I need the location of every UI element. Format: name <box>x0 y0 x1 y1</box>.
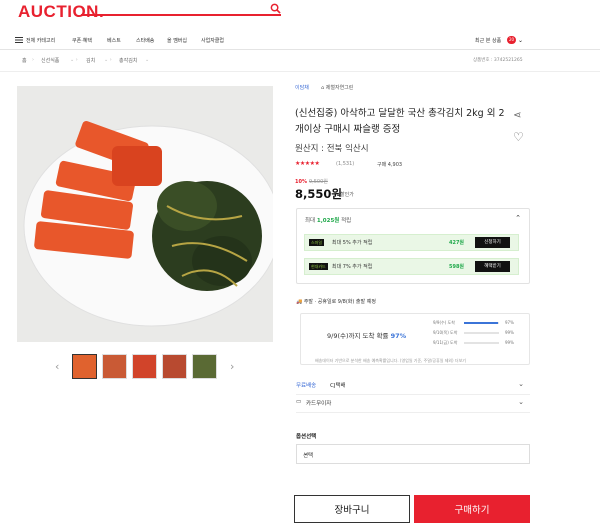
search-icon[interactable] <box>270 3 281 14</box>
nav-best[interactable]: 베스트 <box>107 37 121 44</box>
old-price: 9,500원 <box>308 179 328 185</box>
search-input[interactable] <box>81 14 281 16</box>
estimate-bar <box>464 342 499 344</box>
nav-all-categories[interactable]: 전체 카테고리 <box>26 37 55 44</box>
truck-icon: 🚚 <box>296 299 303 305</box>
breadcrumb-item[interactable]: 총각김치 <box>119 57 137 64</box>
nav-business-club[interactable]: 사업자클럽 <box>201 37 224 44</box>
chevron-left-icon[interactable]: ‹ <box>55 360 59 373</box>
breadcrumb-item[interactable]: 신선식품 <box>41 57 59 64</box>
benefit-row: 현대카드 최대 7% 추가 적립 598원 혜택받기 <box>304 258 519 275</box>
share-icon[interactable]: ⋖ <box>513 110 521 121</box>
estimate-row-label: 9/11(금) 도착 <box>433 340 458 345</box>
option-select[interactable]: 선택 ⌄ <box>296 444 530 464</box>
benefit-amount: 598원 <box>449 264 465 270</box>
chevron-right-icon[interactable]: › <box>230 360 234 373</box>
benefit-amount: 1,025원 <box>316 218 340 224</box>
option-title: 옵션선택 <box>296 434 317 440</box>
thumbnail[interactable] <box>72 354 97 379</box>
seller-link[interactable]: 이담채 <box>295 84 309 91</box>
nav-coupon[interactable]: 쿠폰·혜택 <box>72 37 92 44</box>
rating-stars: ★★★★★ <box>295 160 320 167</box>
chevron-down-icon[interactable]: ⌄ <box>518 398 524 406</box>
get-benefit-button[interactable]: 혜택받기 <box>475 261 510 272</box>
chevron-down-icon[interactable]: ⌄ <box>145 57 149 63</box>
sale-price: 8,550원 <box>295 187 342 201</box>
benefit-amount: 427원 <box>449 240 465 246</box>
recent-viewed-label[interactable]: 최근 본 상품 <box>475 37 501 44</box>
arrival-estimate: 9/9(수)까지 도착 확률 97% 9/9(수) 도착 97% 9/10(목)… <box>300 313 530 365</box>
discount-percent: 10% <box>295 179 307 185</box>
breadcrumb: 홈 › 신선식품 ⌄ › 김치 ⌄ › 총각김치 ⌄ 상품번호 : 374252… <box>0 52 600 72</box>
menu-icon[interactable] <box>15 37 23 43</box>
origin-text: 원산지 : 전북 익산시 <box>295 144 369 154</box>
benefit-box: 최대 1,025원 적립 ⌃ 스마일 최대 5% 추가 적립 427원 신청하기… <box>296 208 530 284</box>
benefit-tag: 스마일 <box>309 239 325 246</box>
chevron-up-icon[interactable]: ⌃ <box>515 214 521 222</box>
estimate-percent: 97% <box>390 332 407 340</box>
card-icon: ▭ <box>296 399 302 405</box>
price-note: 할인가 <box>340 192 354 198</box>
product-number: 상품번호 : 3742521265 <box>473 58 523 63</box>
estimate-row-pct: 99% <box>505 340 514 345</box>
benefit-text: 최대 5% 추가 적립 <box>332 240 373 246</box>
add-to-cart-button[interactable]: 장바구니 <box>294 495 410 523</box>
estimate-main: 9/9(수)까지 도착 확률 97% <box>327 330 406 340</box>
free-shipping-label: 무료배송 <box>296 383 317 389</box>
header: AUCTION. <box>0 0 600 30</box>
thumbnail[interactable] <box>132 354 157 379</box>
store-link[interactable]: ⌂ 제철자연그린 <box>321 84 353 91</box>
chevron-down-icon[interactable]: ⌄ <box>518 380 524 388</box>
heart-icon[interactable]: ♡ <box>513 130 524 144</box>
estimate-prefix: 9/9(수)까지 도착 확률 <box>327 332 391 340</box>
breadcrumb-separator: ⌄ › <box>70 57 78 63</box>
card-label: 카드무이자 <box>306 401 332 407</box>
thumbnail[interactable] <box>192 354 217 379</box>
store-name: 제철자연그린 <box>325 85 354 91</box>
estimate-row-pct: 97% <box>505 320 514 325</box>
estimate-row-label: 9/9(수) 도착 <box>433 320 455 325</box>
nav-membership[interactable]: 올 멤버십 <box>167 37 187 44</box>
estimate-bar <box>464 332 499 334</box>
chevron-down-icon: ⌄ <box>303 449 309 457</box>
apply-button[interactable]: 신청하기 <box>475 237 510 248</box>
benefit-title[interactable]: 최대 1,025원 적립 <box>305 216 351 224</box>
purchase-count: 구매 4,903 <box>377 162 403 168</box>
product-title: (신선집중) 아삭하고 달달한 국산 총각김치 2kg 외 2개이상 구매시 짜… <box>295 108 505 135</box>
thumbnail[interactable] <box>162 354 187 379</box>
carrier-label: CJ택배 <box>330 383 346 389</box>
breadcrumb-home[interactable]: 홈 <box>22 57 27 64</box>
recent-count-badge: 20 <box>507 36 516 44</box>
estimate-note: 배송데이터 기반으로 분석한 배송 예측확률입니다. (영업일 기준, 주말/공… <box>315 358 466 363</box>
benefit-prefix: 최대 <box>305 218 317 224</box>
shipping-text: 주말 · 공휴일로 9/8(화) 출발 예정 <box>303 299 376 305</box>
shipping-line: 🚚 주말 · 공휴일로 9/8(화) 출발 예정 <box>296 298 376 305</box>
breadcrumb-separator: ⌄ › <box>104 57 112 63</box>
thumbnail-strip: ‹ › <box>55 354 245 382</box>
benefit-row: 스마일 최대 5% 추가 적립 427원 신청하기 <box>304 234 519 251</box>
delivery-row[interactable]: 무료배송 CJ택배 ⌄ <box>296 377 530 395</box>
breadcrumb-item[interactable]: 김치 <box>86 57 95 64</box>
estimate-row-label: 9/10(목) 도착 <box>433 330 458 335</box>
buy-now-button[interactable]: 구매하기 <box>414 495 530 523</box>
chevron-down-icon[interactable]: ⌄ <box>518 37 523 44</box>
estimate-row-pct: 99% <box>505 330 514 335</box>
category-nav: 전체 카테고리 쿠폰·혜택 베스트 스타배송 올 멤버십 사업자클럽 최근 본 … <box>0 30 600 50</box>
thumbnail[interactable] <box>102 354 127 379</box>
breadcrumb-separator: › <box>32 57 34 63</box>
benefit-tag: 현대카드 <box>309 263 328 270</box>
original-price: 10% 9,500원 <box>295 178 328 185</box>
estimate-bar <box>464 322 499 324</box>
card-installment-row[interactable]: ▭ 카드무이자 ⌄ <box>296 395 530 413</box>
benefit-suffix: 적립 <box>339 218 352 224</box>
product-image[interactable] <box>17 86 273 342</box>
benefit-text: 최대 7% 추가 적립 <box>332 264 373 270</box>
nav-star-delivery[interactable]: 스타배송 <box>136 37 154 44</box>
rating-count[interactable]: (1,531) <box>336 161 354 167</box>
auction-logo[interactable]: AUCTION. <box>18 2 104 22</box>
